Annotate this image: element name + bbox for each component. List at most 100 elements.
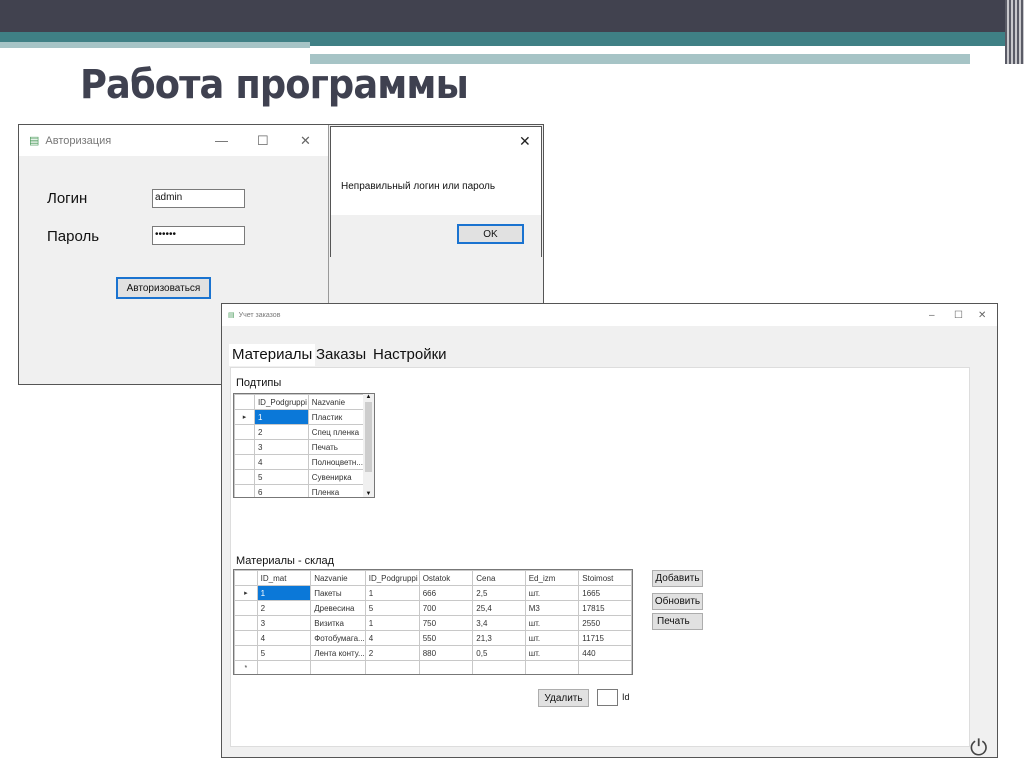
table-row[interactable]: 2 Спец пленка: [234, 424, 365, 440]
table-row[interactable]: 2 Древесина 5 700 25,4 М3 17815: [234, 600, 632, 616]
table-cell[interactable]: 1: [256, 585, 312, 601]
table-cell[interactable]: 666: [418, 585, 474, 601]
column-header[interactable]: ID_Podgruppi: [364, 570, 420, 586]
row-header[interactable]: [234, 454, 255, 470]
close-icon[interactable]: ✕: [300, 133, 311, 149]
row-header[interactable]: ▸: [234, 585, 258, 601]
login-input[interactable]: admin: [152, 189, 245, 208]
column-header[interactable]: ID_Podgruppi: [253, 394, 309, 410]
table-cell[interactable]: 2550: [578, 615, 632, 631]
table-row[interactable]: 3 Визитка 1 750 3,4 шт. 2550: [234, 615, 632, 631]
print-button[interactable]: Печать: [652, 613, 703, 630]
password-input[interactable]: ••••••: [152, 226, 245, 245]
scroll-thumb[interactable]: [365, 402, 372, 472]
row-header[interactable]: [234, 484, 255, 497]
table-cell[interactable]: Визитка: [310, 615, 366, 631]
table-cell[interactable]: 750: [418, 615, 474, 631]
table-row[interactable]: 5 Лента конту... 2 880 0,5 шт. 440: [234, 645, 632, 661]
table-cell[interactable]: 0,5: [472, 645, 526, 661]
table-cell[interactable]: Сувенирка: [307, 469, 365, 485]
table-cell[interactable]: Лента конту...: [310, 645, 366, 661]
row-header[interactable]: [234, 630, 258, 646]
column-header[interactable]: Stoimost: [578, 570, 632, 586]
column-header[interactable]: ID_mat: [256, 570, 312, 586]
ok-button[interactable]: OK: [457, 224, 524, 244]
table-cell[interactable]: шт.: [524, 645, 580, 661]
subtypes-grid[interactable]: ID_Podgruppi Nazvanie ▸ 1 Пластик 2 Спец пленк…: [233, 393, 375, 498]
minimize-icon[interactable]: —: [215, 133, 228, 148]
maximize-icon[interactable]: ☐: [954, 310, 963, 321]
table-cell[interactable]: Полноцветн...: [307, 454, 365, 470]
column-header[interactable]: Ed_izm: [524, 570, 580, 586]
table-cell[interactable]: 5: [253, 469, 309, 485]
tab-orders[interactable]: Заказы: [313, 344, 369, 366]
authorize-button[interactable]: Авторизоваться: [116, 277, 211, 299]
table-cell[interactable]: [418, 660, 474, 674]
table-cell[interactable]: 2,5: [472, 585, 526, 601]
close-icon[interactable]: ✕: [978, 310, 986, 321]
table-cell[interactable]: 2: [256, 600, 312, 616]
table-row[interactable]: 4 Фотобумага... 4 550 21,3 шт. 11715: [234, 630, 632, 646]
table-cell[interactable]: 1665: [578, 585, 632, 601]
row-header[interactable]: [234, 615, 258, 631]
table-cell[interactable]: [364, 660, 420, 674]
id-input[interactable]: [597, 689, 618, 706]
new-row[interactable]: *: [234, 660, 632, 674]
table-row[interactable]: 3 Печать: [234, 439, 365, 455]
row-header[interactable]: [234, 600, 258, 616]
table-cell[interactable]: 17815: [578, 600, 632, 616]
column-header[interactable]: Ostatok: [418, 570, 474, 586]
table-cell[interactable]: 5: [256, 645, 312, 661]
table-cell[interactable]: [256, 660, 312, 674]
table-cell[interactable]: [578, 660, 632, 674]
table-cell[interactable]: 1: [364, 615, 420, 631]
table-cell[interactable]: шт.: [524, 585, 580, 601]
table-cell[interactable]: 3: [256, 615, 312, 631]
scroll-down-icon[interactable]: ▼: [363, 491, 374, 497]
scroll-up-icon[interactable]: ▲: [363, 394, 374, 400]
table-cell[interactable]: 2: [364, 645, 420, 661]
table-cell[interactable]: 440: [578, 645, 632, 661]
table-cell[interactable]: [472, 660, 526, 674]
table-cell[interactable]: [524, 660, 580, 674]
table-cell[interactable]: 5: [364, 600, 420, 616]
table-cell[interactable]: Древесина: [310, 600, 366, 616]
table-cell[interactable]: Печать: [307, 439, 365, 455]
table-cell[interactable]: 1: [253, 409, 309, 425]
table-cell[interactable]: 1: [364, 585, 420, 601]
maximize-icon[interactable]: ☐: [257, 133, 269, 149]
power-icon[interactable]: ⏻: [970, 735, 987, 761]
table-cell[interactable]: [310, 660, 366, 674]
table-cell[interactable]: 3,4: [472, 615, 526, 631]
refresh-button[interactable]: Обновить: [652, 593, 703, 610]
table-cell[interactable]: Спец пленка: [307, 424, 365, 440]
table-cell[interactable]: Фотобумага...: [310, 630, 366, 646]
table-row[interactable]: 6 Пленка: [234, 484, 365, 497]
table-cell[interactable]: 880: [418, 645, 474, 661]
table-cell[interactable]: Пластик: [307, 409, 365, 425]
row-header[interactable]: [234, 424, 255, 440]
tab-settings[interactable]: Настройки: [370, 344, 450, 366]
table-row[interactable]: ▸ 1 Пакеты 1 666 2,5 шт. 1665: [234, 585, 632, 601]
table-cell[interactable]: 2: [253, 424, 309, 440]
table-cell[interactable]: Пленка: [307, 484, 365, 497]
delete-button[interactable]: Удалить: [538, 689, 589, 707]
table-cell[interactable]: 4: [253, 454, 309, 470]
table-cell[interactable]: 11715: [578, 630, 632, 646]
table-cell[interactable]: М3: [524, 600, 580, 616]
minimize-icon[interactable]: –: [929, 310, 935, 321]
table-cell[interactable]: 700: [418, 600, 474, 616]
row-header[interactable]: [234, 439, 255, 455]
table-cell[interactable]: 21,3: [472, 630, 526, 646]
close-icon[interactable]: ✕: [519, 133, 531, 150]
column-header[interactable]: Nazvanie: [307, 394, 365, 410]
table-cell[interactable]: 550: [418, 630, 474, 646]
table-cell[interactable]: шт.: [524, 630, 580, 646]
tab-materials[interactable]: Материалы: [229, 344, 316, 366]
table-cell[interactable]: шт.: [524, 615, 580, 631]
table-row[interactable]: ▸ 1 Пластик: [234, 409, 365, 425]
scrollbar[interactable]: ▲ ▼: [363, 394, 374, 497]
table-cell[interactable]: 25,4: [472, 600, 526, 616]
add-button[interactable]: Добавить: [652, 570, 703, 587]
row-header[interactable]: ▸: [234, 409, 255, 425]
